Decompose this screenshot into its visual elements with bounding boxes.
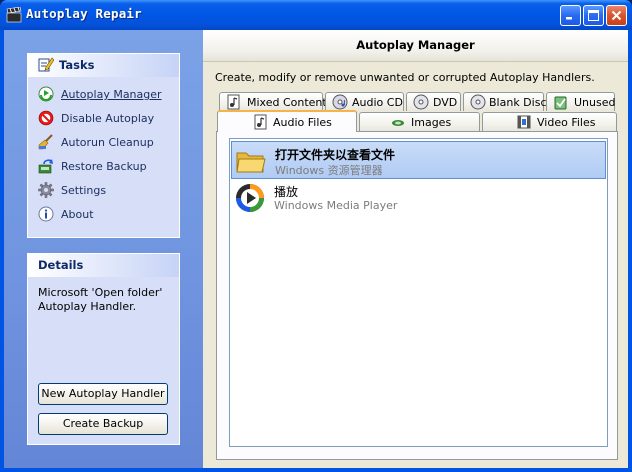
handler-title: 打开文件夹以查看文件 — [275, 148, 396, 162]
sidebar: Tasks Autoplay Manager Disable Autoplay … — [4, 30, 203, 468]
list-item[interactable]: 打开文件夹以查看文件 Windows 资源管理器 — [231, 141, 606, 179]
tab-dvd[interactable]: DVD — [406, 92, 461, 111]
task-label: Restore Backup — [61, 160, 147, 173]
blank-disc-icon — [470, 94, 486, 110]
audio-cd-icon — [332, 94, 348, 110]
broom-icon — [38, 134, 53, 150]
list-item[interactable]: 播放 Windows Media Player — [231, 179, 606, 217]
create-backup-button[interactable]: Create Backup — [38, 413, 168, 435]
tasks-header: Tasks — [28, 54, 179, 77]
clapperboard-icon — [6, 7, 22, 23]
video-file-icon — [517, 115, 531, 129]
tab-label: Audio Files — [273, 116, 332, 129]
tab-images[interactable]: Images — [359, 112, 480, 131]
page-title: Autoplay Manager — [203, 30, 628, 62]
tab-label: Blank Disc — [489, 96, 547, 109]
folder-icon — [236, 152, 266, 173]
task-label: Disable Autoplay — [61, 112, 155, 125]
handler-subtitle: Windows Media Player — [274, 199, 398, 212]
tasks-panel: Tasks Autoplay Manager Disable Autoplay … — [27, 53, 180, 238]
close-button[interactable] — [606, 5, 627, 26]
tab-mixed-content[interactable]: Mixed Content — [219, 92, 327, 111]
tab-label: Mixed Content — [247, 96, 327, 109]
details-line: Microsoft 'Open folder' — [38, 286, 163, 299]
minimize-button[interactable] — [560, 5, 581, 26]
restore-backup-icon — [38, 159, 53, 174]
task-restore-backup[interactable]: Restore Backup — [38, 157, 178, 177]
handler-list[interactable]: 打开文件夹以查看文件 Windows 资源管理器 播放 Windows Medi… — [229, 138, 608, 447]
tab-label: Audio CD — [352, 96, 403, 109]
handler-subtitle: Windows 资源管理器 — [275, 164, 383, 177]
details-line: Autoplay Handler. — [38, 300, 137, 313]
task-autorun-cleanup[interactable]: Autorun Cleanup — [38, 133, 178, 153]
title-bar[interactable]: Autoplay Repair — [0, 0, 632, 30]
tasks-pencil-icon — [38, 57, 55, 72]
app-window: Autoplay Repair Tasks Autoplay Manager D… — [0, 0, 632, 472]
tab-label: DVD — [433, 96, 458, 109]
task-label: Autoplay Manager — [61, 88, 162, 101]
handler-title: 播放 — [274, 185, 299, 199]
task-label: Autorun Cleanup — [61, 136, 154, 149]
tab-label: Unused — [574, 96, 616, 109]
maximize-button[interactable] — [583, 5, 604, 26]
tab-label: Images — [411, 116, 452, 129]
details-header: Details — [28, 254, 179, 277]
audio-file-icon — [254, 114, 267, 130]
tasks-title: Tasks — [59, 58, 95, 72]
maximize-icon — [588, 10, 599, 21]
media-player-icon — [236, 184, 264, 212]
autoplay-manager-icon — [38, 86, 54, 102]
mixed-content-icon — [227, 94, 240, 110]
tab-video-files[interactable]: Video Files — [482, 112, 617, 131]
tab-page: 打开文件夹以查看文件 Windows 资源管理器 播放 Windows Medi… — [216, 131, 618, 460]
unused-icon — [554, 96, 567, 110]
tab-audio-cd[interactable]: Audio CD — [325, 92, 404, 111]
dvd-icon — [413, 94, 429, 110]
task-about[interactable]: About — [38, 205, 178, 225]
tab-audio-files[interactable]: Audio Files — [217, 110, 357, 132]
info-icon — [38, 206, 54, 222]
images-icon — [392, 120, 404, 126]
minimize-icon — [566, 17, 572, 20]
window-title: Autoplay Repair — [26, 6, 142, 21]
task-autoplay-manager[interactable]: Autoplay Manager — [38, 85, 178, 105]
new-autoplay-handler-button[interactable]: New Autoplay Handler — [38, 383, 168, 405]
task-label: About — [61, 208, 94, 221]
task-settings[interactable]: Settings — [38, 181, 178, 201]
details-text: Microsoft 'Open folder' Autoplay Handler… — [38, 286, 173, 314]
description-text: Create, modify or remove unwanted or cor… — [215, 71, 595, 84]
main-panel: Autoplay Manager Create, modify or remov… — [203, 30, 628, 468]
tab-label: Video Files — [537, 116, 596, 129]
tab-blank-disc[interactable]: Blank Disc — [463, 92, 547, 111]
no-entry-icon — [38, 110, 54, 126]
client-area: Tasks Autoplay Manager Disable Autoplay … — [4, 30, 628, 468]
task-disable-autoplay[interactable]: Disable Autoplay — [38, 109, 178, 129]
task-label: Settings — [61, 184, 107, 197]
details-panel: Details Microsoft 'Open folder' Autoplay… — [27, 253, 180, 445]
tab-unused[interactable]: Unused — [546, 92, 615, 111]
close-icon — [611, 10, 622, 21]
gear-icon — [38, 182, 54, 198]
